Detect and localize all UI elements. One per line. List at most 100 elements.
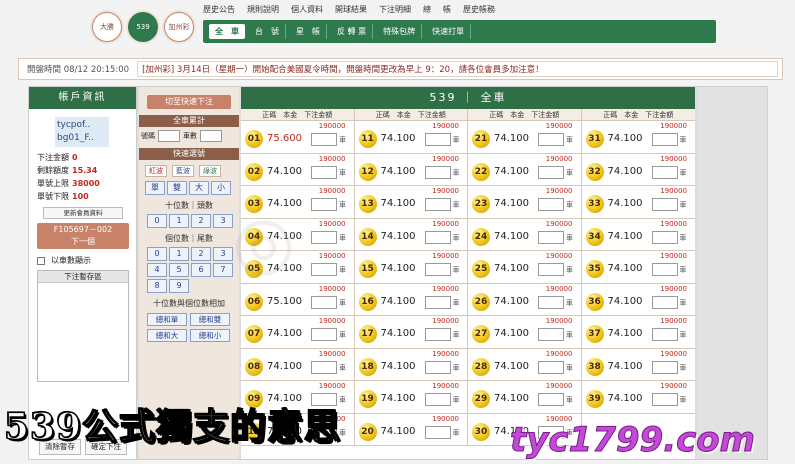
game-539[interactable]: 539 [128, 12, 158, 42]
number-ball[interactable]: 16 [358, 292, 377, 311]
tens-digit-button[interactable]: 2 [191, 214, 211, 228]
bet-amount-input[interactable] [311, 360, 337, 374]
bet-amount-input[interactable] [424, 263, 451, 276]
number-ball[interactable]: 32 [585, 162, 604, 181]
menu-link[interactable]: 歷史公告 [203, 4, 235, 15]
bet-amount-input[interactable] [651, 360, 678, 374]
bet-amount-input[interactable] [311, 133, 337, 146]
number-ball[interactable]: 38 [585, 357, 604, 376]
bet-amount-input[interactable] [311, 165, 337, 179]
color-wave-button[interactable]: 藍波 [172, 165, 194, 177]
bet-amount-input[interactable] [538, 295, 564, 309]
bet-amount-input[interactable] [424, 328, 451, 341]
number-ball[interactable]: 06 [245, 292, 263, 311]
number-ball[interactable]: 08 [245, 357, 263, 376]
units-digit-button[interactable]: 1 [169, 247, 189, 261]
units-digit-button[interactable]: 5 [169, 263, 189, 277]
number-ball[interactable]: 15 [358, 260, 377, 278]
sum-button[interactable]: 總和雙 [190, 313, 230, 326]
tab-0[interactable]: 全 車 [209, 24, 245, 39]
parity-button[interactable]: 大 [189, 181, 209, 195]
sum-button[interactable]: 總和單 [147, 313, 187, 326]
tab-3[interactable]: 反 轉 票 [331, 24, 374, 39]
number-ball[interactable]: 19 [358, 390, 377, 408]
number-ball[interactable]: 05 [245, 260, 263, 278]
number-ball[interactable]: 22 [472, 162, 490, 181]
bet-amount-input[interactable] [424, 133, 451, 146]
menu-link[interactable]: 下注明細 [379, 4, 411, 15]
bet-amount-input[interactable] [311, 328, 337, 341]
parity-button[interactable]: 小 [211, 181, 231, 195]
bet-amount-input[interactable] [424, 425, 451, 439]
number-ball[interactable]: 26 [472, 292, 490, 311]
bet-amount-input[interactable] [538, 230, 564, 244]
number-ball[interactable]: 31 [585, 130, 604, 148]
bet-amount-input[interactable] [311, 263, 337, 276]
number-ball[interactable]: 27 [472, 325, 490, 343]
update-member-button[interactable]: 更新會員資料 [43, 207, 123, 219]
bet-amount-input[interactable] [651, 295, 678, 309]
switch-quick-bet-button[interactable]: 切至快速下注 [147, 95, 231, 109]
sum-button[interactable]: 總和大 [147, 329, 187, 342]
bet-amount-input[interactable] [538, 263, 564, 276]
bet-amount-input[interactable] [651, 230, 678, 244]
number-ball[interactable]: 37 [585, 325, 604, 343]
bet-amount-input[interactable] [538, 198, 564, 211]
number-ball[interactable]: 18 [358, 357, 377, 376]
bet-amount-input[interactable] [424, 393, 451, 406]
number-ball[interactable]: 23 [472, 195, 490, 213]
units-digit-button[interactable]: 6 [191, 263, 211, 277]
bet-amount-input[interactable] [311, 230, 337, 244]
menu-link[interactable]: 規則說明 [247, 4, 279, 15]
number-ball[interactable]: 02 [245, 162, 263, 181]
bet-amount-input[interactable] [651, 198, 678, 211]
number-input[interactable] [158, 130, 180, 142]
bet-amount-input[interactable] [424, 295, 451, 309]
bet-amount-input[interactable] [651, 328, 678, 341]
count-input[interactable] [200, 130, 222, 142]
units-digit-button[interactable]: 2 [191, 247, 211, 261]
tens-digit-button[interactable]: 1 [169, 214, 189, 228]
units-digit-button[interactable]: 8 [147, 279, 167, 293]
number-ball[interactable]: 12 [358, 162, 377, 181]
tab-4[interactable]: 特殊包牌 [377, 24, 423, 39]
bet-amount-input[interactable] [538, 360, 564, 374]
bet-amount-input[interactable] [424, 360, 451, 374]
number-ball[interactable]: 21 [472, 130, 490, 148]
tab-2[interactable]: 星 帳 [290, 24, 327, 39]
bet-amount-input[interactable] [311, 198, 337, 211]
bet-amount-input[interactable] [651, 393, 678, 406]
menu-link[interactable]: 歷史帳務 [463, 4, 495, 15]
units-digit-button[interactable]: 4 [147, 263, 167, 277]
units-digit-button[interactable]: 7 [213, 263, 233, 277]
bet-amount-input[interactable] [651, 165, 678, 179]
bet-amount-input[interactable] [424, 165, 451, 179]
number-ball[interactable]: 01 [245, 130, 263, 148]
sum-button[interactable]: 總和小 [190, 329, 230, 342]
tab-1[interactable]: 台 號 [249, 24, 286, 39]
bet-amount-input[interactable] [538, 133, 564, 146]
number-ball[interactable]: 39 [585, 390, 604, 408]
bet-amount-input[interactable] [651, 263, 678, 276]
menu-link[interactable]: 帳 [443, 4, 451, 15]
number-ball[interactable]: 29 [472, 390, 490, 408]
number-ball[interactable]: 35 [585, 260, 604, 278]
bet-amount-input[interactable] [424, 230, 451, 244]
bet-amount-input[interactable] [538, 393, 564, 406]
number-ball[interactable]: 25 [472, 260, 490, 278]
bet-amount-input[interactable] [538, 328, 564, 341]
number-ball[interactable]: 14 [358, 227, 377, 246]
number-ball[interactable]: 07 [245, 325, 263, 343]
menu-link[interactable]: 總 [423, 4, 431, 15]
bet-amount-input[interactable] [538, 165, 564, 179]
game-加州彩[interactable]: 加州彩 [164, 12, 194, 42]
bet-amount-input[interactable] [424, 198, 451, 211]
bet-amount-input[interactable] [651, 133, 678, 146]
number-ball[interactable]: 03 [245, 195, 263, 213]
number-ball[interactable]: 30 [472, 422, 490, 441]
menu-link[interactable]: 個人資料 [291, 4, 323, 15]
next-order-button[interactable]: F105697－002 下一個 [37, 223, 129, 249]
bet-amount-input[interactable] [311, 295, 337, 309]
number-ball[interactable]: 04 [245, 227, 263, 246]
tab-5[interactable]: 快速打單 [426, 24, 472, 39]
